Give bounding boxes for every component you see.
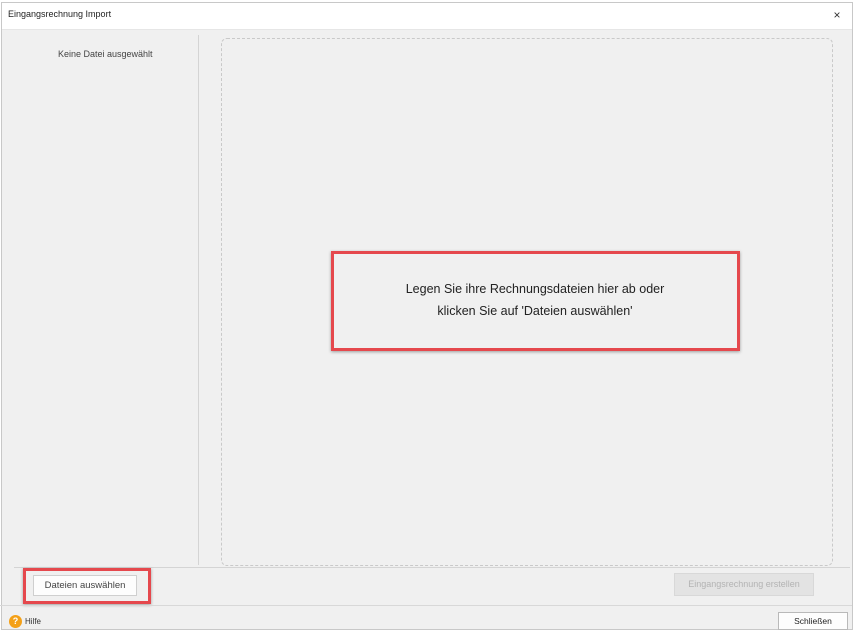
title-bar: Eingangsrechnung Import × xyxy=(2,3,852,30)
no-file-selected-label: Keine Datei ausgewählt xyxy=(58,49,153,59)
help-label: Hilfe xyxy=(25,617,42,627)
footer-divider xyxy=(0,605,852,606)
highlight-box-select-button xyxy=(23,568,151,604)
help-link[interactable]: ? Hilfe xyxy=(9,613,42,629)
file-list-panel: Keine Datei ausgewählt xyxy=(16,35,196,565)
highlight-box-drop-text xyxy=(331,251,740,351)
window-title: Eingangsrechnung Import xyxy=(8,9,112,19)
close-button[interactable]: Schließen xyxy=(778,612,848,630)
panel-divider xyxy=(198,35,199,565)
create-invoice-button[interactable]: Eingangsrechnung erstellen xyxy=(674,573,814,596)
close-icon[interactable]: × xyxy=(828,5,846,25)
help-icon: ? xyxy=(9,615,22,629)
